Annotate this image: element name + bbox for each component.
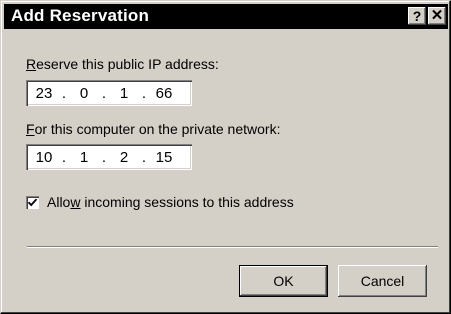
allow-incoming-label-mnemonic: w — [70, 194, 81, 210]
separator-line — [27, 246, 438, 248]
private-ip-octet-3[interactable]: 2 — [110, 149, 138, 166]
close-icon: ✕ — [430, 7, 444, 24]
private-ip-octet-2[interactable]: 1 — [70, 149, 98, 166]
octet-separator: . — [141, 85, 147, 102]
ok-button[interactable]: OK — [239, 265, 328, 297]
public-ip-input[interactable]: 23 . 0 . 1 . 66 — [26, 80, 192, 106]
public-ip-label-mnemonic: R — [26, 56, 37, 72]
private-ip-label: For this computer on the private network… — [26, 121, 280, 137]
private-ip-octet-1[interactable]: 10 — [30, 149, 58, 166]
private-ip-input[interactable]: 10 . 1 . 2 . 15 — [26, 144, 192, 170]
public-ip-octet-3[interactable]: 1 — [110, 85, 138, 102]
checkmark-icon — [27, 198, 38, 207]
private-ip-label-text: or this computer on the private network: — [34, 121, 281, 137]
cancel-button[interactable]: Cancel — [338, 265, 427, 297]
allow-incoming-checkbox[interactable] — [26, 196, 39, 209]
allow-incoming-label[interactable]: Allow incoming sessions to this address — [47, 194, 294, 210]
dialog-title: Add Reservation — [11, 6, 150, 25]
private-ip-label-mnemonic: F — [26, 121, 35, 137]
public-ip-octet-1[interactable]: 23 — [30, 85, 58, 102]
help-button[interactable]: ? — [408, 7, 426, 25]
octet-separator: . — [101, 149, 107, 166]
public-ip-label: Reserve this public IP address: — [26, 56, 219, 72]
allow-incoming-label-pre: Allo — [47, 194, 71, 210]
add-reservation-dialog: Add Reservation ? ✕ Reserve this public … — [0, 0, 451, 314]
octet-separator: . — [141, 149, 147, 166]
title-bar[interactable]: Add Reservation ? ✕ — [4, 4, 448, 29]
octet-separator: . — [61, 85, 67, 102]
octet-separator: . — [101, 85, 107, 102]
help-icon: ? — [412, 8, 422, 24]
allow-incoming-label-post: incoming sessions to this address — [80, 194, 294, 210]
octet-separator: . — [61, 149, 67, 166]
close-button[interactable]: ✕ — [428, 7, 446, 25]
public-ip-octet-4[interactable]: 66 — [150, 85, 178, 102]
public-ip-label-text: eserve this public IP address: — [36, 56, 219, 72]
public-ip-octet-2[interactable]: 0 — [70, 85, 98, 102]
private-ip-octet-4[interactable]: 15 — [150, 149, 178, 166]
